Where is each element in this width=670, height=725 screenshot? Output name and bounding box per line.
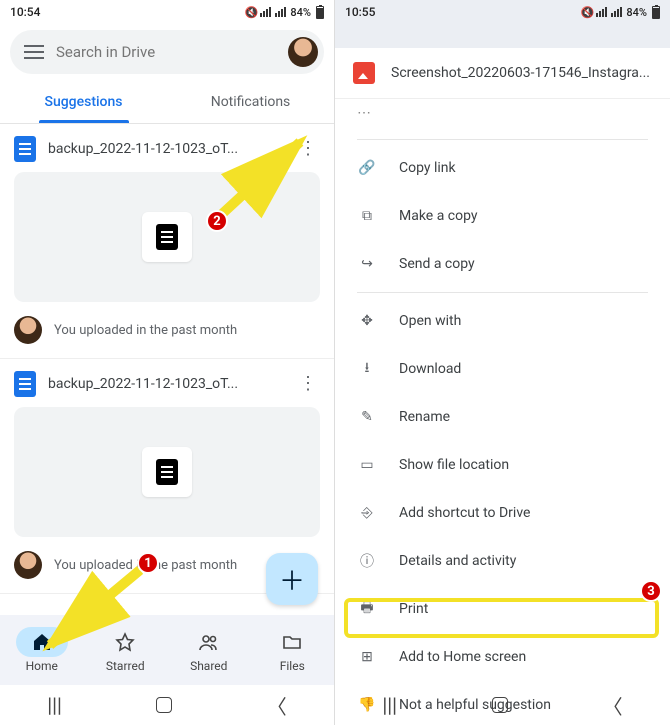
send-icon: ↪ xyxy=(357,254,377,274)
android-nav-bar: ||| 〈 xyxy=(335,685,670,725)
folder-icon: ▭ xyxy=(357,455,377,475)
tab-suggestions[interactable]: Suggestions xyxy=(0,80,167,123)
edit-icon: ✎ xyxy=(357,407,377,427)
shortcut-icon: ⎆ xyxy=(357,503,377,523)
clock: 10:55 xyxy=(345,5,375,19)
clock: 10:54 xyxy=(10,5,40,19)
menu-show-location[interactable]: ▭Show file location xyxy=(335,441,670,489)
thumbnail[interactable] xyxy=(14,407,320,537)
nav-starred[interactable]: Starred xyxy=(84,615,168,685)
menu-icon[interactable] xyxy=(24,45,44,59)
annotation-badge-3: 3 xyxy=(640,580,662,602)
nav-shared[interactable]: Shared xyxy=(167,615,251,685)
menu-add-shortcut[interactable]: ⎆Add shortcut to Drive xyxy=(335,489,670,537)
menu-download[interactable]: ⭳Download xyxy=(335,345,670,393)
battery-icon xyxy=(316,6,324,19)
bottom-nav: Home Starred Shared Files xyxy=(0,615,334,685)
annotation-badge-2: 2 xyxy=(206,210,228,232)
doc-icon xyxy=(14,371,36,397)
sheet-title: Screenshot_20220603-171546_Instagra... xyxy=(391,65,652,81)
android-nav-bar: ||| 〈 xyxy=(0,685,334,725)
back-button[interactable]: 〈 xyxy=(603,691,623,720)
thumbnail[interactable] xyxy=(14,172,320,302)
status-icons: 🔇 84% xyxy=(245,6,324,19)
avatar[interactable] xyxy=(288,37,318,67)
download-icon: ⭳ xyxy=(357,359,377,379)
status-icons: 🔇 84% xyxy=(581,6,660,19)
search-input[interactable] xyxy=(56,43,276,61)
folder-icon xyxy=(282,632,302,652)
copy-icon: ⧉ xyxy=(357,206,377,226)
menu-copy-link[interactable]: 🔗Copy link xyxy=(335,144,670,192)
apps-icon: ✥ xyxy=(357,311,377,331)
homescreen-icon: ⊞ xyxy=(357,647,377,667)
menu-open-with[interactable]: ✥Open with xyxy=(335,297,670,345)
recents-button[interactable]: ||| xyxy=(47,693,62,717)
battery-icon xyxy=(652,6,660,19)
home-icon xyxy=(32,632,52,652)
shared-icon xyxy=(198,632,220,652)
add-button[interactable]: ＋ xyxy=(266,553,318,605)
back-button[interactable]: 〈 xyxy=(267,691,287,720)
star-icon xyxy=(115,632,135,652)
tab-notifications[interactable]: Notifications xyxy=(167,80,334,123)
menu-print[interactable]: 🖶Print xyxy=(335,585,670,633)
link-icon: 🔗 xyxy=(357,158,377,178)
actions-menu: ⋯ 🔗Copy link ⧉Make a copy ↪Send a copy ✥… xyxy=(335,99,670,725)
recents-button[interactable]: ||| xyxy=(382,693,397,717)
activity-line: You uploaded in the past month xyxy=(0,302,334,344)
menu-item-cut[interactable]: ⋯ xyxy=(335,103,670,135)
info-icon: ⓘ xyxy=(357,551,377,571)
sheet-header: Screenshot_20220603-171546_Instagra... xyxy=(335,48,670,99)
menu-add-homescreen[interactable]: ⊞Add to Home screen xyxy=(335,633,670,681)
feed-tabs: Suggestions Notifications xyxy=(0,80,334,124)
file-name: backup_2022-11-12-1023_oT... xyxy=(48,141,284,157)
more-options-button[interactable]: ⋮ xyxy=(296,140,320,158)
print-icon: 🖶 xyxy=(357,599,377,619)
menu-make-copy[interactable]: ⧉Make a copy xyxy=(335,192,670,240)
nav-home[interactable]: Home xyxy=(0,615,84,685)
file-name: backup_2022-11-12-1023_oT... xyxy=(48,376,284,392)
nav-files[interactable]: Files xyxy=(251,615,335,685)
status-bar: 10:55 🔇 84% xyxy=(335,0,670,24)
menu-send-copy[interactable]: ↪Send a copy xyxy=(335,240,670,288)
avatar xyxy=(14,316,42,344)
suggestion-card[interactable]: backup_2022-11-12-1023_oT... ⋮ You uploa… xyxy=(0,124,334,359)
menu-rename[interactable]: ✎Rename xyxy=(335,393,670,441)
home-button[interactable] xyxy=(156,697,172,713)
drive-home-screen: 10:54 🔇 84% Suggestions Notifications ba… xyxy=(0,0,335,725)
annotation-badge-1: 1 xyxy=(137,552,159,574)
file-actions-sheet: 10:55 🔇 84% Screenshot_20220603-171546_I… xyxy=(335,0,670,725)
image-icon xyxy=(353,62,375,84)
avatar xyxy=(14,551,42,579)
home-button[interactable] xyxy=(492,697,508,713)
menu-details[interactable]: ⓘDetails and activity xyxy=(335,537,670,585)
status-bar: 10:54 🔇 84% xyxy=(0,0,334,24)
doc-icon xyxy=(14,136,36,162)
search-bar[interactable] xyxy=(10,30,324,74)
more-options-button[interactable]: ⋮ xyxy=(296,375,320,393)
